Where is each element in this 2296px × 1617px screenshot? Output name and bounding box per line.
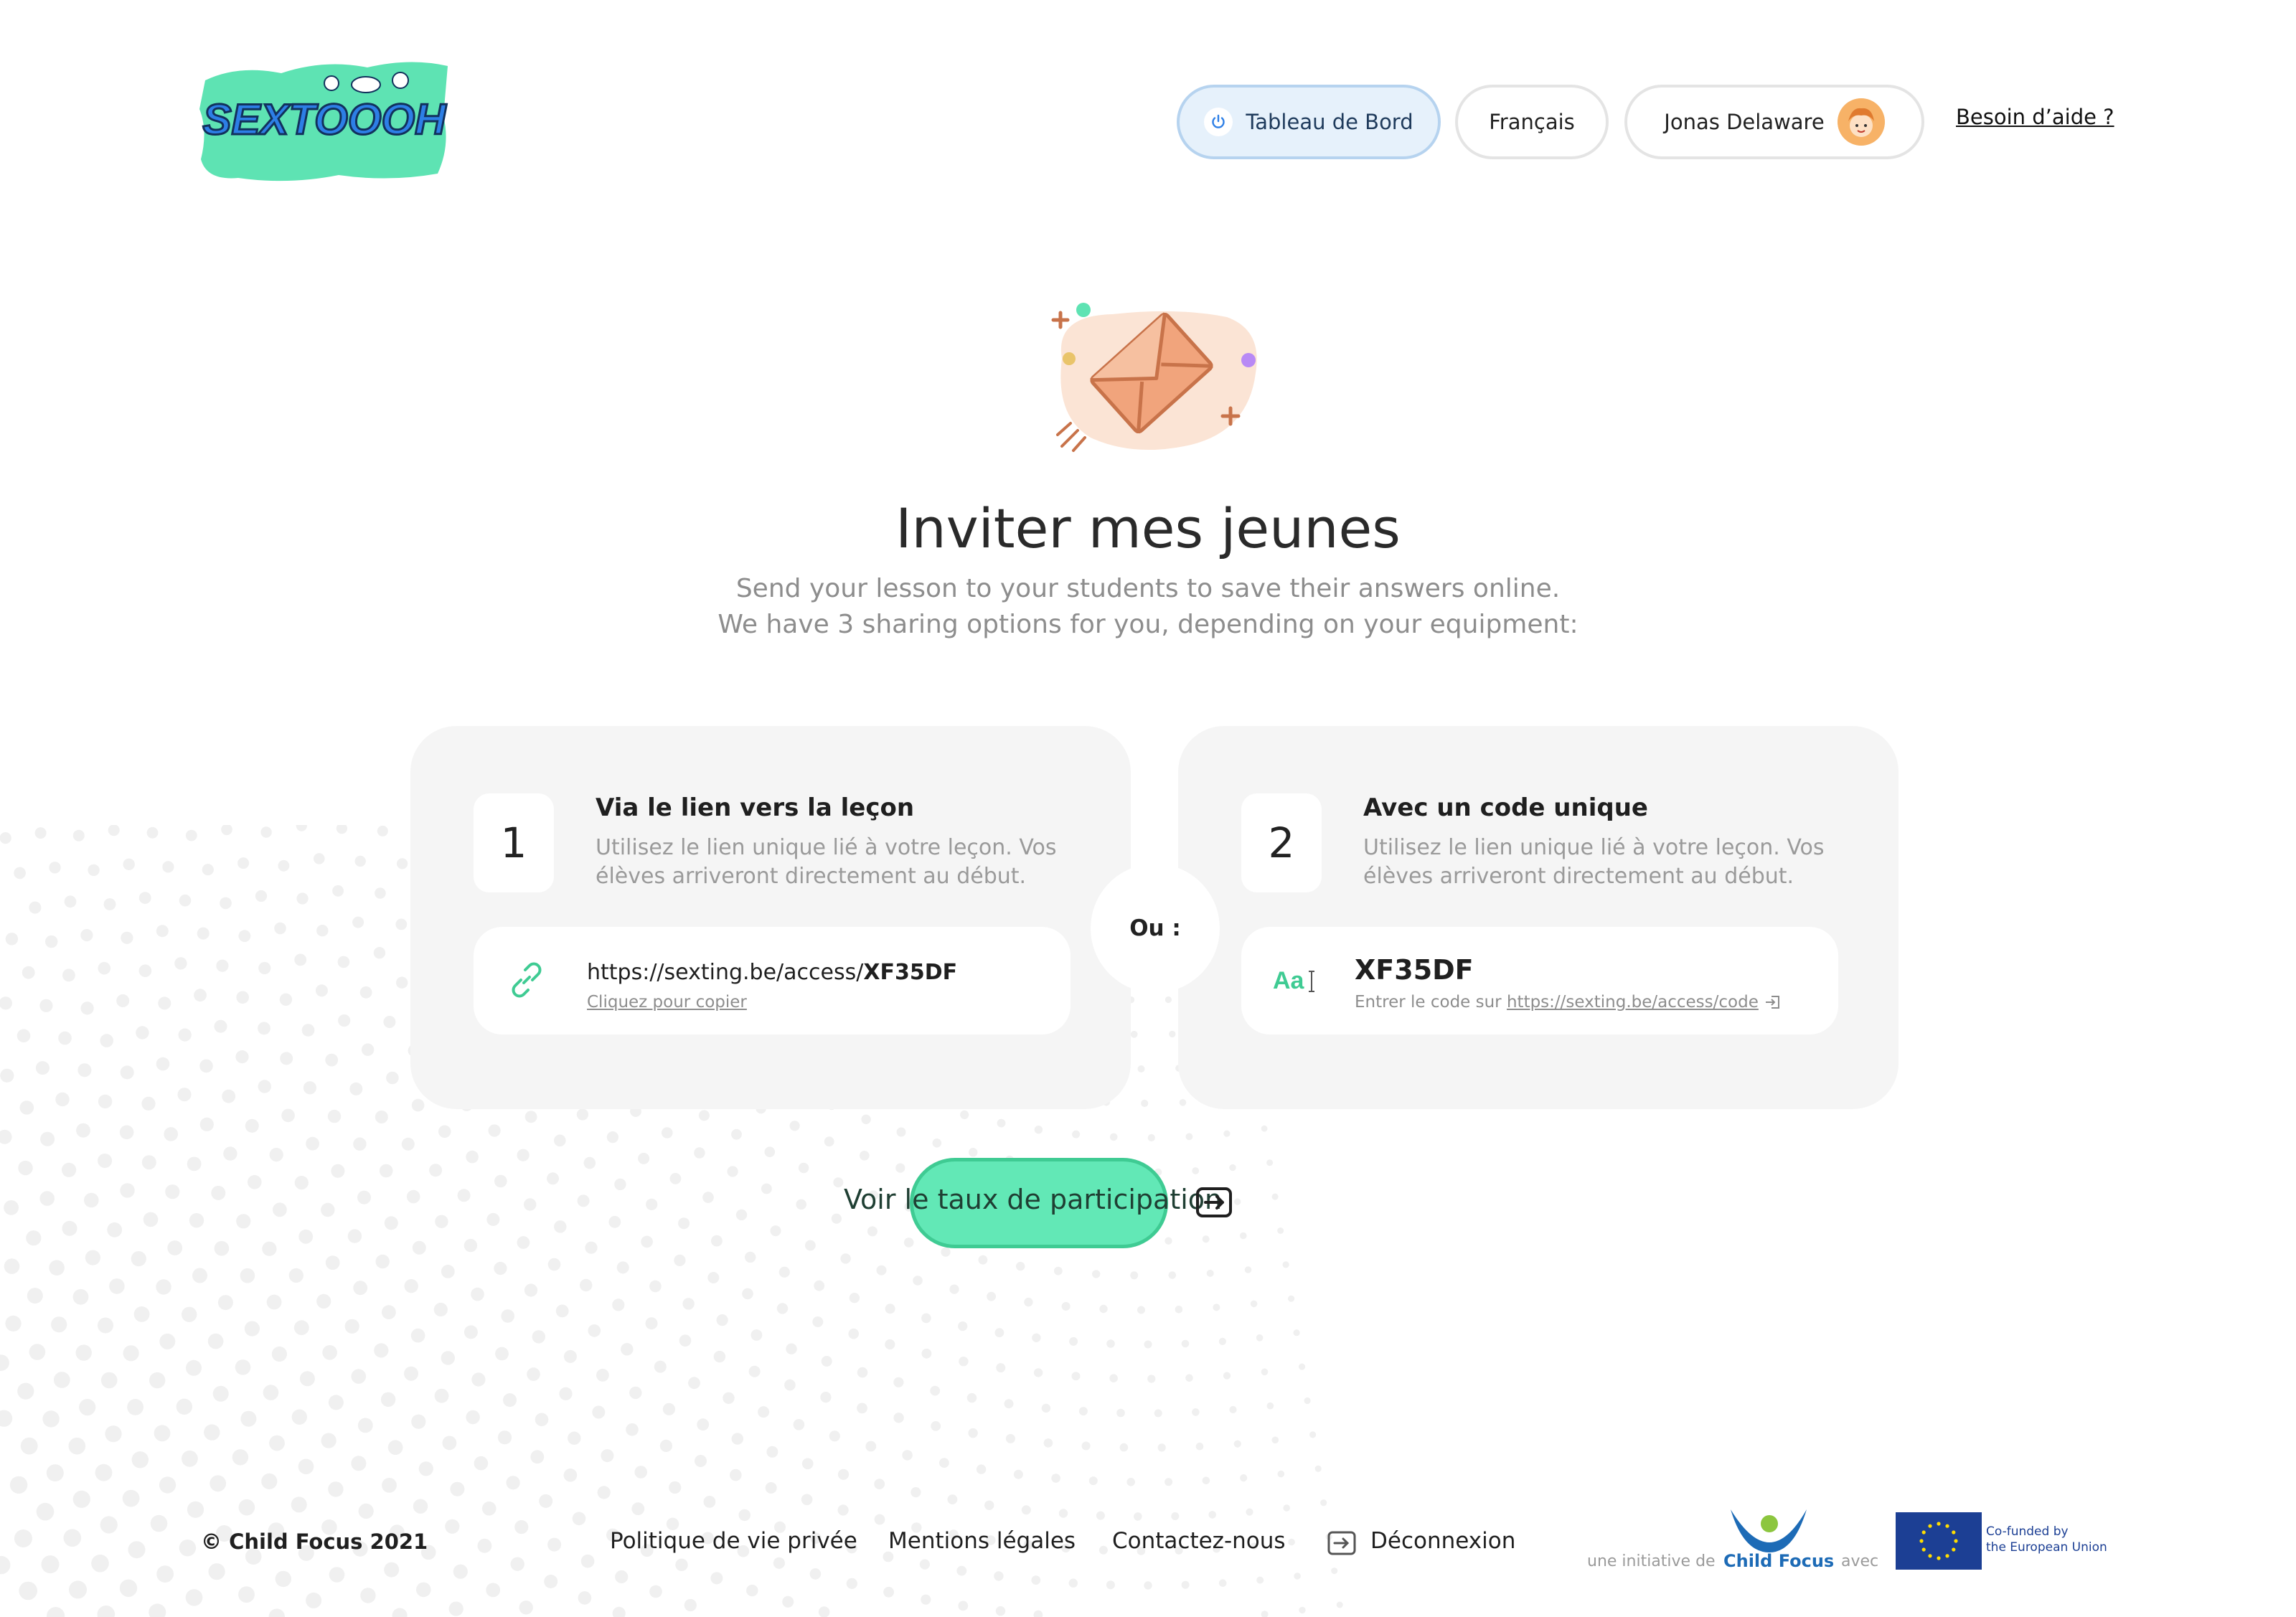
code-access-link[interactable]: https://sexting.be/access/code: [1507, 993, 1759, 1012]
dashboard-label: Tableau de Bord: [1246, 110, 1413, 134]
help-link[interactable]: Besoin d’aide ?: [1956, 105, 2114, 129]
footer-link-privacy[interactable]: Politique de vie privée: [610, 1528, 857, 1554]
code-hint: Entrer le code sur https://sexting.be/ac…: [1355, 993, 1782, 1012]
sextoooh-logo[interactable]: SEXTOOOH: [195, 52, 453, 188]
language-label: Français: [1489, 110, 1575, 134]
language-selector[interactable]: Français: [1455, 85, 1609, 159]
logo-text: SEXTOOOH: [203, 95, 448, 143]
page-title: Inviter mes jeunes: [895, 496, 1401, 560]
option-description: Utilisez le lien unique lié à votre leço…: [596, 835, 1057, 889]
option-description: Utilisez le lien unique lié à votre leço…: [1363, 835, 1825, 889]
option-number: 1: [474, 793, 554, 892]
user-name: Jonas Delaware: [1664, 110, 1825, 134]
lesson-link-text: https://sexting.be/access/XF35DF: [587, 960, 958, 985]
option-card-code: 2 Avec un code unique Utilisez le lien u…: [1178, 726, 1899, 1109]
copy-link-button[interactable]: Cliquez pour copier: [587, 993, 747, 1012]
option-number: 2: [1241, 793, 1322, 892]
participation-button-label[interactable]: Voir le taux de participation: [844, 1184, 1222, 1215]
page-subtitle-line-2: We have 3 sharing options for you, depen…: [718, 610, 1578, 639]
option-title: Via le lien vers la leçon: [596, 793, 915, 822]
footer-link-contact[interactable]: Contactez-nous: [1112, 1528, 1286, 1554]
user-menu-button[interactable]: Jonas Delaware: [1624, 85, 1924, 159]
envelope-illustration: [1051, 303, 1257, 452]
eu-cofunded-text: Co-funded by the European Union: [1986, 1524, 2107, 1555]
link-icon: [512, 962, 542, 998]
avatar: [1837, 98, 1885, 146]
logout-icon[interactable]: [1327, 1531, 1356, 1555]
or-separator: Ou :: [1091, 864, 1220, 993]
svg-text:Aa: Aa: [1273, 967, 1305, 994]
power-icon: [1204, 108, 1233, 136]
initiative-label: une initiative de: [1587, 1552, 1716, 1570]
option-card-link: 1 Via le lien vers la leçon Utilisez le …: [410, 726, 1131, 1109]
unique-code-field[interactable]: Aa XF35DF Entrer le code sur https://sex…: [1241, 927, 1838, 1034]
footer-link-logout[interactable]: Déconnexion: [1370, 1528, 1515, 1554]
external-link-icon[interactable]: [1764, 993, 1782, 1012]
child-focus-name: Child Focus: [1723, 1551, 1835, 1571]
arrow-right-box-icon[interactable]: [1195, 1187, 1233, 1218]
option-title: Avec un code unique: [1363, 793, 1648, 822]
lesson-link-field[interactable]: https://sexting.be/access/XF35DF Cliquez…: [474, 927, 1071, 1034]
page-subtitle-line-1: Send your lesson to your students to sav…: [735, 574, 1561, 603]
dashboard-button[interactable]: Tableau de Bord: [1177, 85, 1441, 159]
text-code-icon: Aa: [1273, 967, 1314, 994]
eu-flag: [1896, 1512, 1982, 1570]
copyright: © Child Focus 2021: [201, 1529, 428, 1554]
footer-link-legal[interactable]: Mentions légales: [888, 1528, 1076, 1554]
with-label: avec: [1841, 1552, 1879, 1570]
unique-code-value: XF35DF: [1355, 954, 1474, 986]
